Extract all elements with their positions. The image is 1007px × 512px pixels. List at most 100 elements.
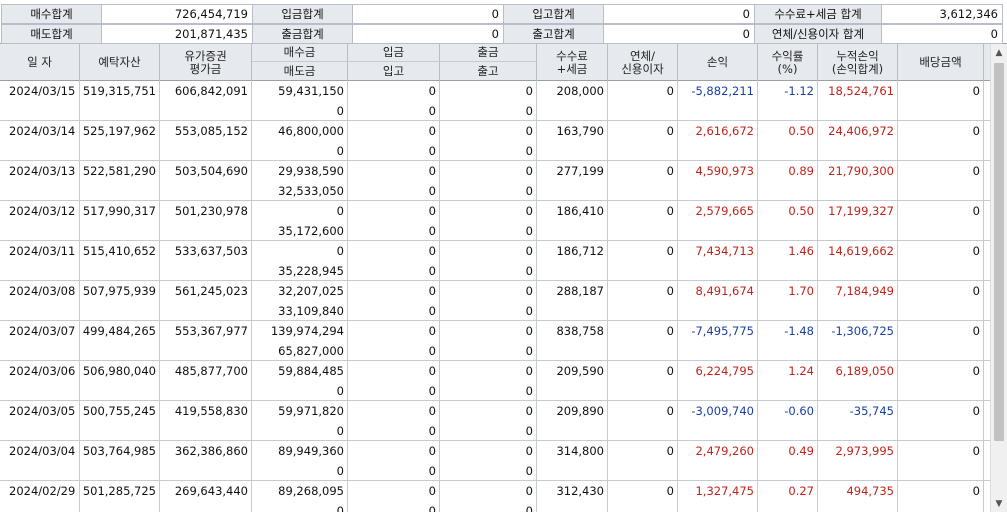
value-deposit-in: 0 — [428, 164, 436, 178]
col-header-deposit-in[interactable]: 입금 — [348, 44, 440, 62]
vertical-scrollbar[interactable]: ▲ ▼ — [990, 44, 1007, 512]
table-row[interactable]: 2024/02/29 501,285,725 269,643,440 89,268,0… — [0, 481, 990, 512]
cell-buy-sell: 0 35,172,600 — [252, 201, 348, 241]
cell-withdraw-stockout: 00 — [440, 201, 537, 241]
cell-pnl: 7,434,713 — [678, 241, 758, 281]
summary-value-sell-total: 201,871,435 — [101, 24, 252, 44]
cell-date: 2024/03/12 — [0, 201, 80, 241]
value-fee-tax: 314,800 — [556, 444, 604, 458]
value-securities-value: 501,230,978 — [174, 204, 248, 218]
cell-securities-value: 561,245,023 — [160, 281, 252, 321]
cell-deposit-stockin: 00 — [348, 201, 440, 241]
scrollbar-thumb[interactable] — [994, 63, 1004, 441]
cell-return-rate: -0.60 — [758, 401, 818, 441]
summary-label-sell-total: 매도합계 — [1, 24, 101, 44]
cell-return-rate: 0.27 — [758, 481, 818, 512]
value-stock-out: 0 — [525, 504, 533, 512]
cell-pnl: 2,616,672 — [678, 121, 758, 161]
value-stock-out: 0 — [525, 304, 533, 318]
cell-date: 2024/03/14 — [0, 121, 80, 161]
value-sell: 0 — [336, 384, 344, 398]
table-row[interactable]: 2024/03/05 500,755,245 419,558,830 59,971,8… — [0, 401, 990, 441]
value-sell: 32,533,050 — [278, 184, 344, 198]
table-row[interactable]: 2024/03/13 522,581,290 503,504,690 29,938,5… — [0, 161, 990, 201]
value-date: 2024/03/12 — [9, 204, 76, 218]
value-buy: 46,800,000 — [278, 124, 344, 138]
cell-dividend: 0 — [898, 201, 984, 241]
value-stock-in: 0 — [428, 344, 436, 358]
value-fee-tax: 186,410 — [556, 204, 604, 218]
value-cum-pnl: 7,184,949 — [835, 284, 894, 298]
col-header-securities-value[interactable]: 유가증권 평가금 — [160, 44, 252, 81]
table-row[interactable]: 2024/03/07 499,484,265 553,367,977 139,974,… — [0, 321, 990, 361]
cell-securities-value: 553,085,152 — [160, 121, 252, 161]
col-header-buy-amount[interactable]: 매수금 — [252, 44, 348, 62]
value-pnl: -7,495,775 — [691, 324, 754, 338]
col-header-dividend[interactable]: 배당금액 — [898, 44, 984, 81]
value-sell: 0 — [336, 504, 344, 512]
value-dividend: 0 — [972, 404, 980, 418]
col-header-fee-tax[interactable]: 수수료 +세금 — [537, 44, 608, 81]
col-header-cum-pnl[interactable]: 누적손익 (손익합계) — [818, 44, 898, 81]
cell-buy-sell: 46,800,000 0 — [252, 121, 348, 161]
cell-withdraw-stockout: 00 — [440, 321, 537, 361]
col-header-stock-in[interactable]: 입고 — [348, 62, 440, 81]
cell-fee-tax: 209,890 — [537, 401, 608, 441]
value-interest: 0 — [666, 364, 674, 378]
value-return-rate: 0.50 — [788, 204, 814, 218]
table-row[interactable]: 2024/03/12 517,990,317 501,230,978 0 35,172,… — [0, 201, 990, 241]
col-header-pnl[interactable]: 손익 — [678, 44, 758, 81]
cell-deposit-assets: 499,484,265 — [80, 321, 160, 361]
col-header-stock-out[interactable]: 출고 — [440, 62, 537, 81]
table-row[interactable]: 2024/03/08 507,975,939 561,245,023 32,207,0… — [0, 281, 990, 321]
cell-dividend: 0 — [898, 281, 984, 321]
value-date: 2024/03/15 — [9, 84, 76, 98]
summary-value-stock-in-total: 0 — [603, 4, 754, 24]
cell-interest: 0 — [608, 81, 678, 121]
value-cum-pnl: 21,790,300 — [828, 164, 894, 178]
scroll-up-arrow-icon[interactable]: ▲ — [991, 44, 1007, 61]
col-header-sell-amount[interactable]: 매도금 — [252, 62, 348, 81]
table-row[interactable]: 2024/03/06 506,980,040 485,877,700 59,884,4… — [0, 361, 990, 401]
value-dividend: 0 — [972, 444, 980, 458]
col-header-date[interactable]: 일 자 — [0, 44, 80, 81]
col-header-interest[interactable]: 연체/신용이자 — [608, 44, 678, 81]
cell-return-rate: 1.46 — [758, 241, 818, 281]
value-pnl: 4,590,973 — [695, 164, 754, 178]
value-cum-pnl: 18,524,761 — [828, 84, 894, 98]
value-cum-pnl: 6,189,050 — [835, 364, 894, 378]
value-cum-pnl: -35,745 — [849, 404, 894, 418]
value-buy: 59,971,820 — [278, 404, 344, 418]
scroll-down-arrow-icon[interactable]: ▼ — [991, 495, 1007, 512]
cell-withdraw-stockout: 00 — [440, 281, 537, 321]
col-header-withdraw[interactable]: 출금 — [440, 44, 537, 62]
cell-buy-sell: 139,974,294 65,827,000 — [252, 321, 348, 361]
cell-dividend: 0 — [898, 481, 984, 512]
value-pnl: -5,882,211 — [691, 84, 754, 98]
value-interest: 0 — [666, 324, 674, 338]
table-row[interactable]: 2024/03/11 515,410,652 533,637,503 0 35,228,… — [0, 241, 990, 281]
daily-pnl-grid[interactable]: 일 자 예탁자산 유가증권 평가금 매수금 매도금 입금 입고 출금 출고 수수료… — [0, 44, 990, 512]
value-fee-tax: 186,712 — [556, 244, 604, 258]
col-header-return-rate[interactable]: 수익률 (%) — [758, 44, 818, 81]
cell-securities-value: 501,230,978 — [160, 201, 252, 241]
cell-deposit-assets: 506,980,040 — [80, 361, 160, 401]
summary-label-fee-tax-total: 수수료+세금 합계 — [754, 4, 881, 24]
cell-securities-value: 419,558,830 — [160, 401, 252, 441]
value-stock-in: 0 — [428, 224, 436, 238]
cell-return-rate: 1.70 — [758, 281, 818, 321]
col-header-interest-line1: 연체/ — [629, 48, 656, 63]
value-stock-in: 0 — [428, 144, 436, 158]
cell-cum-pnl: 21,790,300 — [818, 161, 898, 201]
value-sell: 35,172,600 — [278, 224, 344, 238]
cell-pnl: 1,327,475 — [678, 481, 758, 512]
table-row[interactable]: 2024/03/04 503,764,985 362,386,860 89,949,3… — [0, 441, 990, 481]
table-row[interactable]: 2024/03/15 519,315,751 606,842,091 59,431,1… — [0, 81, 990, 121]
cell-pnl: 2,579,665 — [678, 201, 758, 241]
col-header-deposit-assets[interactable]: 예탁자산 — [80, 44, 160, 81]
table-row[interactable]: 2024/03/14 525,197,962 553,085,152 46,800,0… — [0, 121, 990, 161]
cell-pnl: 2,479,260 — [678, 441, 758, 481]
cell-fee-tax: 209,590 — [537, 361, 608, 401]
value-sell: 35,228,945 — [278, 264, 344, 278]
cell-fee-tax: 186,712 — [537, 241, 608, 281]
